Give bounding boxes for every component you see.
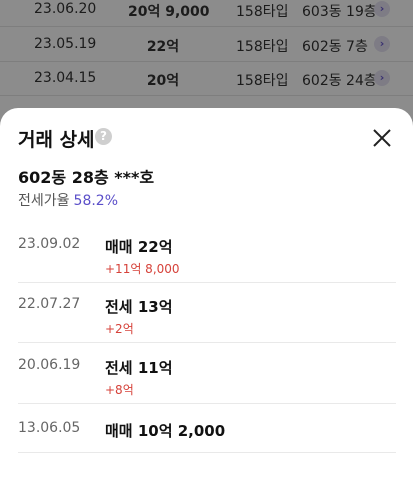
transaction-price: 전세 13억: [105, 298, 173, 316]
unit-title: 602동 28층 ***호: [18, 168, 155, 187]
transaction-price: 전세 11억: [105, 359, 173, 377]
transaction-date: 13.06.05: [18, 420, 81, 436]
transaction-row: 13.06.05 매매 10억 2,000: [18, 420, 396, 453]
transaction-date: 23.09.02: [18, 236, 81, 252]
transaction-row: 23.09.02 매매 22억 +11억 8,000: [18, 236, 396, 283]
transaction-change: +2억: [105, 322, 134, 336]
transaction-date: 22.07.27: [18, 296, 81, 312]
transaction-change: +11억 8,000: [105, 262, 180, 276]
transaction-price: 매매 22억: [105, 238, 173, 256]
transaction-date: 20.06.19: [18, 357, 81, 373]
sheet-title: 거래 상세: [18, 129, 95, 151]
help-icon[interactable]: ?: [95, 128, 112, 145]
transaction-detail-sheet: 거래 상세 ? 602동 28층 ***호 전세가율 58.2% 23.09.02…: [0, 108, 413, 488]
close-icon[interactable]: [371, 127, 393, 149]
transaction-row: 20.06.19 전세 11억 +8억: [18, 357, 396, 404]
jeonse-rate: 전세가율 58.2%: [18, 190, 118, 210]
jeonse-rate-label: 전세가율: [18, 193, 70, 209]
transaction-change: +8억: [105, 383, 134, 397]
transaction-price: 매매 10억 2,000: [105, 422, 226, 440]
transaction-row: 22.07.27 전세 13억 +2억: [18, 296, 396, 343]
jeonse-rate-value: 58.2%: [73, 193, 119, 209]
